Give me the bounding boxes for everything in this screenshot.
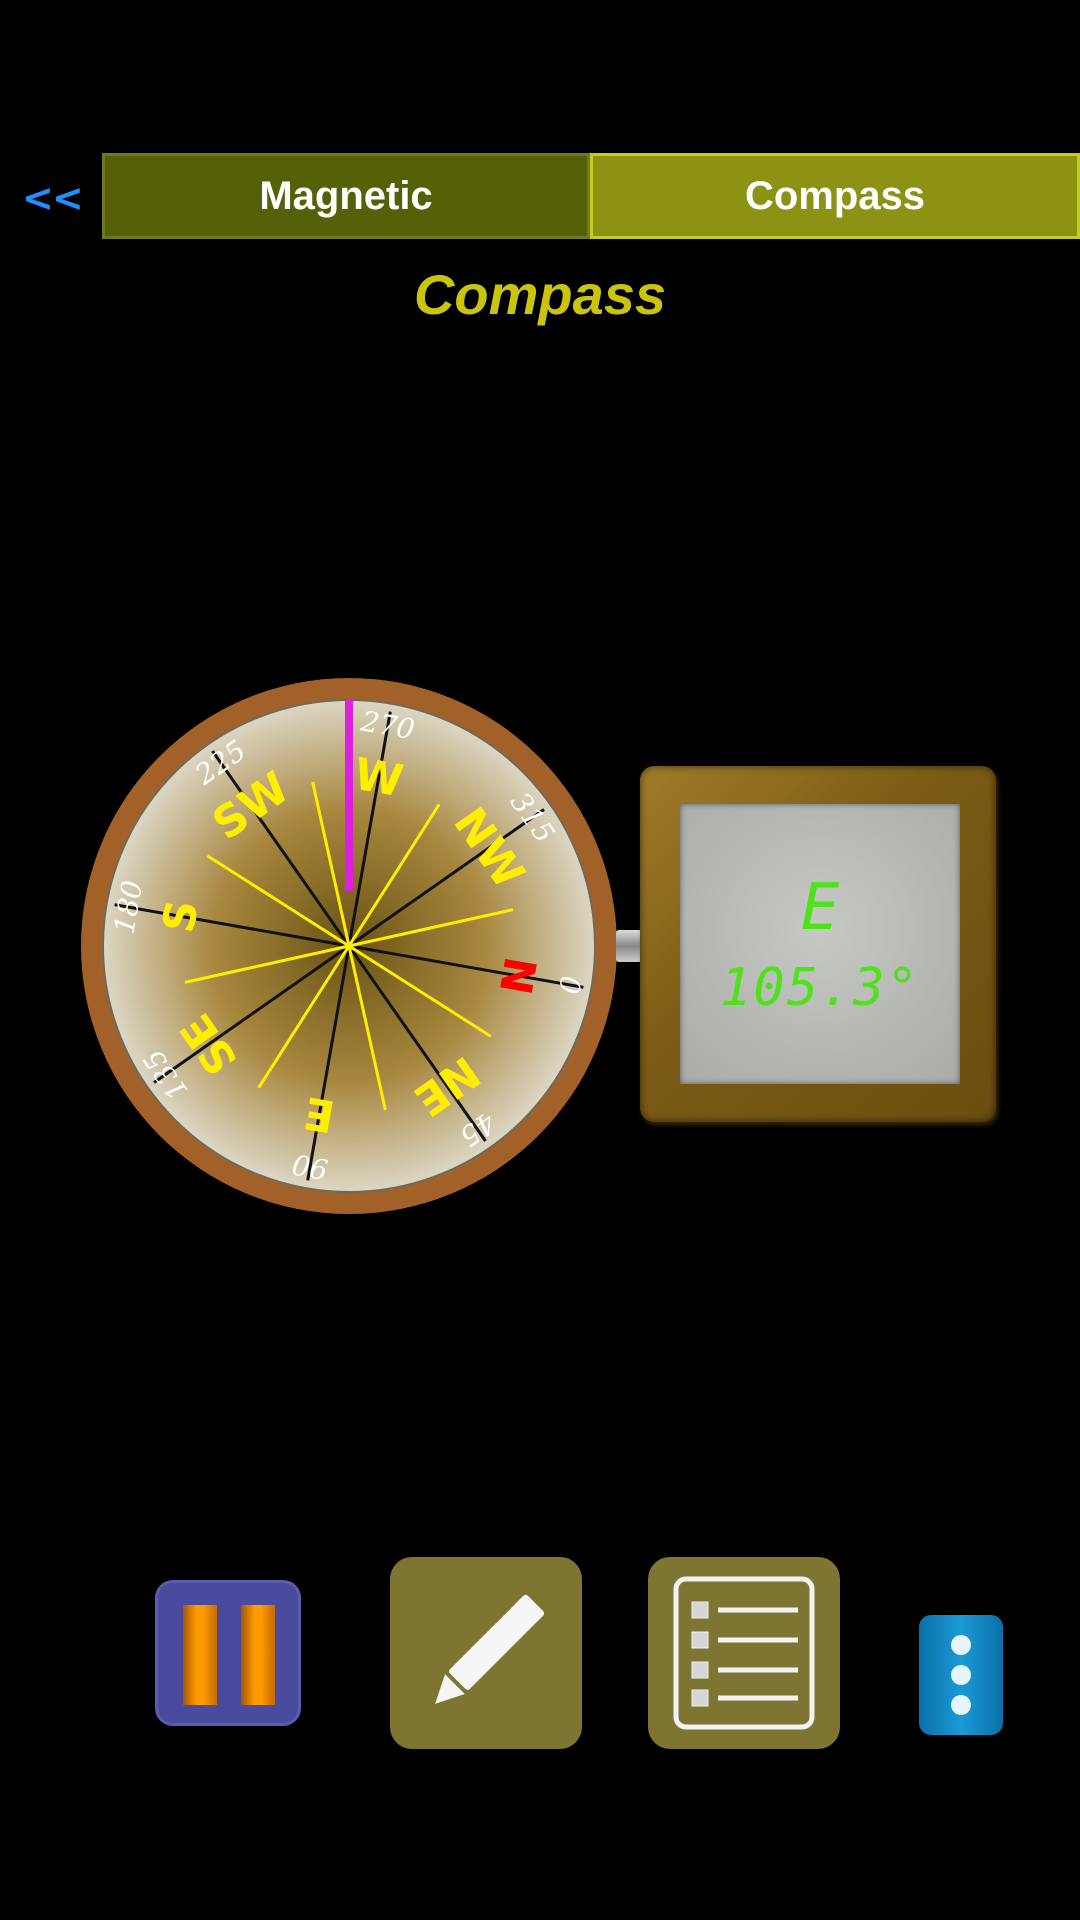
more-dot (951, 1695, 971, 1715)
heading-readout: 105.3° (720, 958, 920, 1018)
degree-label: 90 (290, 1147, 331, 1186)
list-button[interactable] (648, 1557, 840, 1749)
tab-magnetic[interactable]: Magnetic (102, 153, 590, 239)
display-connector (616, 930, 642, 962)
compass-dial: 0N45NE90E135SE180 S225SW270W315NW (81, 678, 617, 1214)
edit-button[interactable] (390, 1557, 582, 1749)
tab-compass-label: Compass (744, 173, 926, 218)
pencil-icon (435, 1594, 545, 1704)
back-button[interactable]: << (22, 170, 84, 226)
more-button[interactable] (919, 1615, 1003, 1735)
direction-readout: E (800, 871, 840, 945)
more-dot (951, 1635, 971, 1655)
lcd-screen: E 105.3° (680, 804, 960, 1084)
direction-label: W (350, 749, 407, 808)
pause-button[interactable] (155, 1580, 301, 1726)
more-dot (951, 1665, 971, 1685)
tab-compass[interactable]: Compass (590, 153, 1080, 239)
tab-magnetic-label: Magnetic (259, 173, 433, 218)
pause-bar-left (183, 1605, 217, 1705)
list-icon (673, 1576, 815, 1730)
pause-bar-right (241, 1605, 275, 1705)
page-title: Compass (413, 263, 667, 326)
heading-display: E 105.3° (640, 766, 996, 1122)
